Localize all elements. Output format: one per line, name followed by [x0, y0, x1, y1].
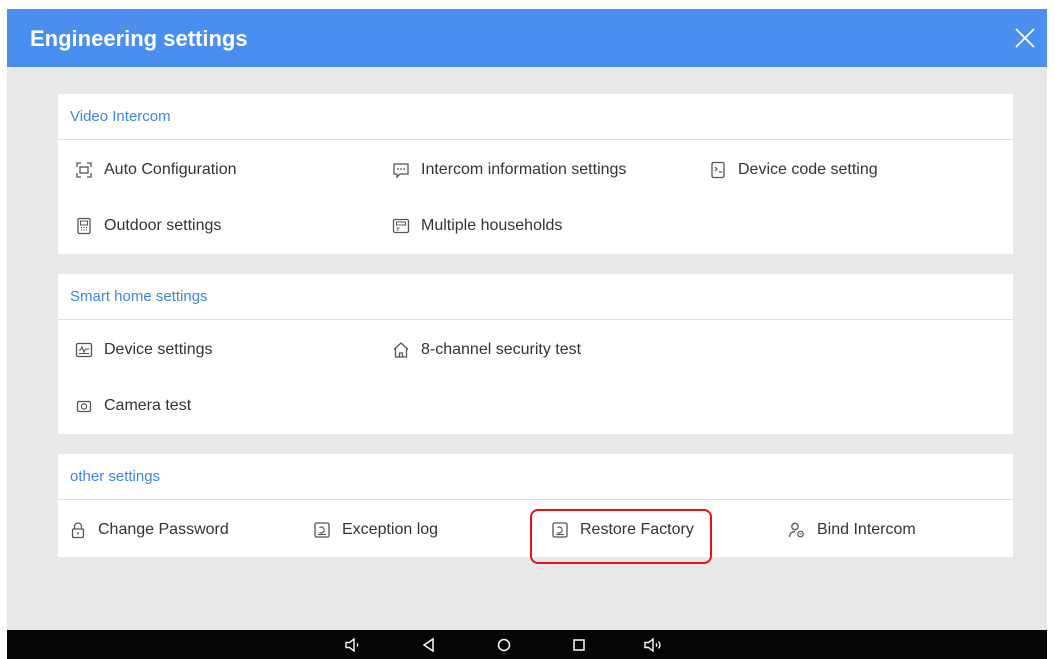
bind-user-icon	[788, 521, 806, 539]
back-button[interactable]	[418, 634, 440, 656]
item-label: Device settings	[104, 341, 213, 358]
item-label: Outdoor settings	[104, 217, 222, 234]
volume-down-button[interactable]	[343, 634, 365, 656]
multiple-households-item[interactable]: Multiple households	[392, 217, 562, 235]
device-code-icon	[709, 161, 727, 179]
message-icon	[392, 161, 410, 179]
title-bar: Engineering settings	[7, 9, 1047, 67]
item-label: Bind Intercom	[817, 521, 916, 538]
back-icon	[418, 634, 440, 656]
exception-log-item[interactable]: Exception log	[313, 521, 438, 539]
item-label: 8-channel security test	[421, 341, 582, 358]
intercom-information-settings-item[interactable]: Intercom information settings	[392, 161, 626, 179]
home-button[interactable]	[493, 634, 515, 656]
item-label: Device code setting	[738, 161, 878, 178]
item-label: Intercom information settings	[421, 161, 627, 178]
auto-config-icon	[75, 161, 93, 179]
other-settings-section: other settings Change Password Exception…	[58, 454, 1013, 557]
camera-icon	[75, 397, 93, 415]
volume-up-button[interactable]	[643, 634, 665, 656]
app-screen: Engineering settings Video Intercom Auto…	[7, 9, 1047, 659]
outdoor-panel-icon	[75, 217, 93, 235]
home-icon	[392, 341, 410, 359]
recents-icon	[568, 634, 590, 656]
item-label: Auto Configuration	[104, 161, 237, 178]
close-button[interactable]	[1009, 22, 1041, 54]
item-label: Restore Factory	[580, 521, 694, 538]
device-code-setting-item[interactable]: Device code setting	[709, 161, 878, 179]
video-intercom-section: Video Intercom Auto Configuration Interc…	[58, 94, 1013, 254]
section-title: Smart home settings	[58, 274, 1013, 320]
smart-home-section: Smart home settings Device settings 8-ch…	[58, 274, 1013, 434]
system-navigation-bar	[7, 630, 1047, 659]
section-title: Video Intercom	[58, 94, 1013, 140]
security-test-item[interactable]: 8-channel security test	[392, 341, 581, 359]
page-title: Engineering settings	[30, 26, 248, 51]
log-icon	[313, 521, 331, 539]
camera-test-item[interactable]: Camera test	[75, 397, 191, 415]
bind-intercom-item[interactable]: Bind Intercom	[788, 521, 916, 539]
item-label: Change Password	[98, 521, 229, 538]
close-icon	[1009, 22, 1041, 54]
restore-icon	[551, 521, 569, 539]
home-circle-icon	[493, 634, 515, 656]
change-password-item[interactable]: Change Password	[69, 521, 229, 539]
volume-down-icon	[343, 634, 365, 656]
outdoor-settings-item[interactable]: Outdoor settings	[75, 217, 221, 235]
lock-icon	[69, 521, 87, 539]
item-label: Camera test	[104, 397, 192, 414]
recents-button[interactable]	[568, 634, 590, 656]
item-label: Multiple households	[421, 217, 563, 234]
households-icon	[392, 217, 410, 235]
volume-up-icon	[643, 634, 665, 656]
device-icon	[75, 341, 93, 359]
restore-factory-item[interactable]: Restore Factory	[551, 521, 694, 539]
auto-configuration-item[interactable]: Auto Configuration	[75, 161, 237, 179]
section-title: other settings	[58, 454, 1013, 500]
device-settings-item[interactable]: Device settings	[75, 341, 213, 359]
item-label: Exception log	[342, 521, 439, 538]
